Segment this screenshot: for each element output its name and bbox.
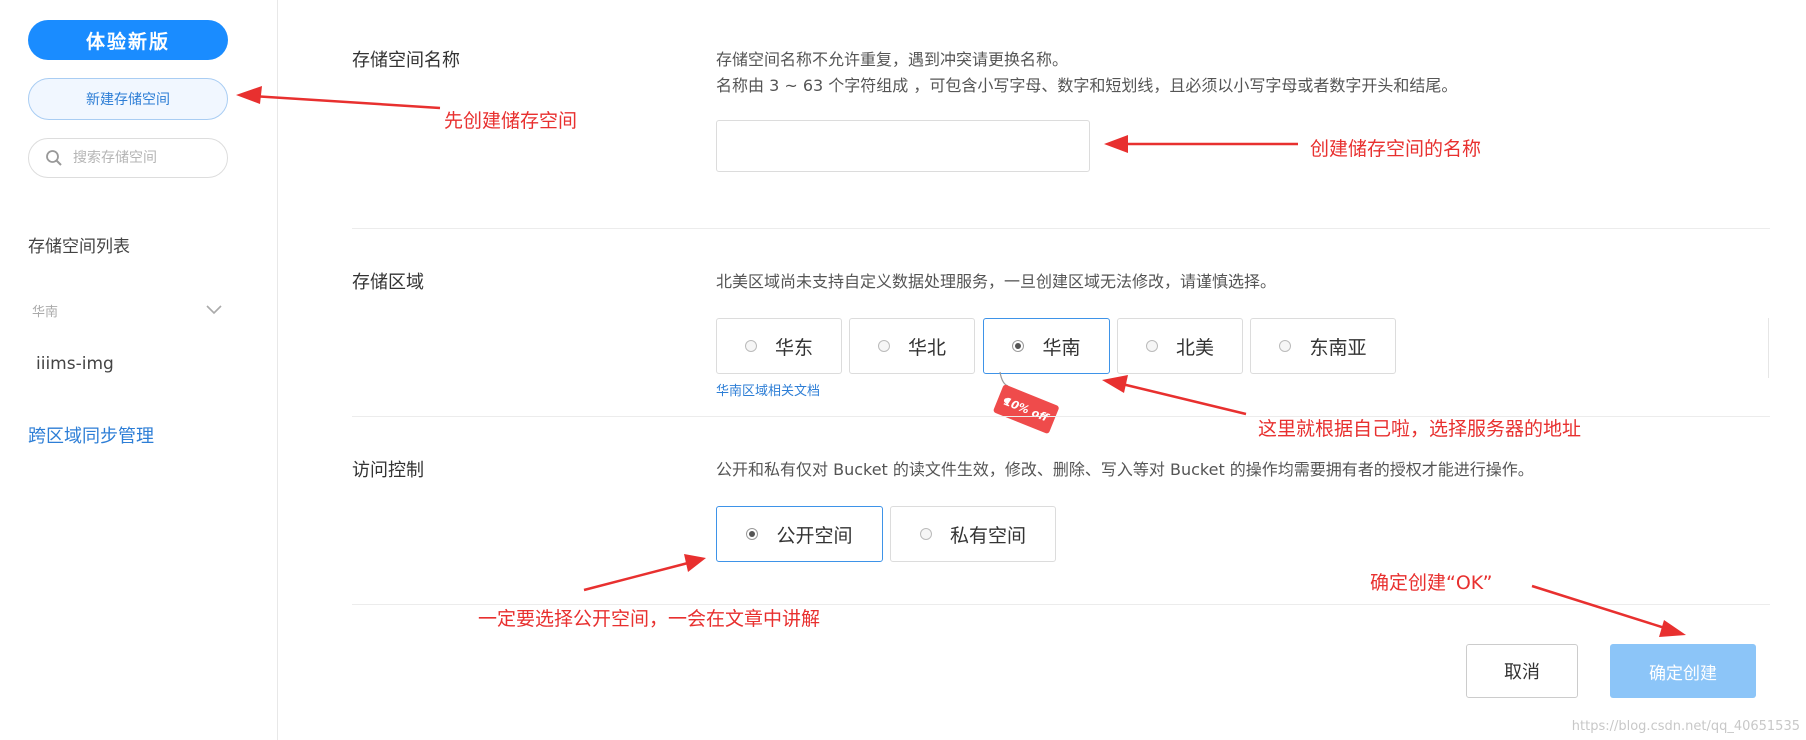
bucket-name-desc-1: 存储空间名称不允许重复，遇到冲突请更换名称。: [716, 50, 1069, 69]
promo-tag: 10% off: [992, 384, 1060, 435]
access-control-label: 访问控制: [352, 460, 424, 481]
region-option-label: 华东: [774, 336, 813, 359]
cancel-button[interactable]: 取消: [1466, 644, 1578, 698]
region-option-label: 东南亚: [1309, 336, 1367, 359]
radio-icon: [1145, 340, 1158, 352]
confirm-create-button[interactable]: 确定创建: [1610, 644, 1756, 698]
radio-icon: [877, 340, 890, 352]
access-control-desc: 公开和私有仅对 Bucket 的读文件生效，修改、删除、写入等对 Bucket …: [716, 460, 1534, 479]
region-option-north-china[interactable]: 华北: [849, 318, 975, 374]
promo-tag-label: 10% off: [992, 384, 1060, 435]
annotation-confirm-hint: 确定创建“OK”: [1370, 572, 1493, 594]
region-option-south-china[interactable]: 华南: [983, 318, 1110, 374]
bucket-name-label: 存储空间名称: [352, 50, 460, 71]
annotation-name-hint: 创建储存空间的名称: [1310, 138, 1482, 160]
annotation-region-hint: 这里就根据自己啦，选择服务器的地址: [1258, 418, 1582, 440]
create-bucket-button[interactable]: 新建存储空间: [28, 78, 228, 120]
bucket-list-item[interactable]: iiims-img: [36, 354, 114, 374]
region-option-east-china[interactable]: 华东: [716, 318, 842, 374]
cross-region-sync-link[interactable]: 跨区域同步管理: [28, 422, 154, 448]
region-option-label: 北美: [1175, 336, 1214, 359]
access-option-public[interactable]: 公开空间: [716, 506, 883, 562]
region-option-north-america[interactable]: 北美: [1117, 318, 1243, 374]
section-divider: [352, 228, 1770, 229]
region-doc-link[interactable]: 华南区域相关文档: [716, 380, 820, 399]
region-option-label: 华北: [907, 336, 946, 359]
access-option-label: 私有空间: [949, 524, 1026, 547]
sidebar: 体验新版 新建存储空间 存储空间列表 华南 iiims-img 跨区域同步管理: [0, 0, 278, 740]
region-option-label: 华南: [1042, 336, 1081, 359]
annotation-create-first: 先创建储存空间: [444, 110, 578, 132]
search-input[interactable]: [71, 149, 215, 167]
radio-checked-icon: [746, 528, 759, 540]
region-label: 存储区域: [352, 272, 424, 293]
radio-icon: [744, 340, 757, 352]
search-icon: [46, 150, 62, 166]
region-filter-select[interactable]: 华南: [32, 298, 222, 322]
chevron-down-icon: [206, 305, 222, 315]
search-box[interactable]: [28, 138, 228, 178]
bucket-name-input[interactable]: [716, 120, 1090, 172]
region-desc: 北美区域尚未支持自定义数据处理服务，一旦创建区域无法修改，请谨慎选择。: [716, 272, 1277, 291]
bucket-list-title: 存储空间列表: [28, 237, 130, 257]
radio-icon: [1279, 340, 1292, 352]
new-version-button[interactable]: 体验新版: [28, 20, 228, 60]
region-options-scroll-edge: [1768, 318, 1769, 378]
annotation-access-hint: 一定要选择公开空间，一会在文章中讲解: [478, 608, 821, 630]
region-filter-value: 华南: [32, 304, 59, 320]
access-option-private[interactable]: 私有空间: [890, 506, 1056, 562]
radio-checked-icon: [1012, 340, 1025, 352]
radio-icon: [919, 528, 932, 540]
bucket-name-desc-2: 名称由 3 ~ 63 个字符组成 ，可包含小写字母、数字和短划线，且必须以小写字…: [716, 76, 1458, 95]
region-option-southeast-asia[interactable]: 东南亚: [1250, 318, 1396, 374]
access-option-label: 公开空间: [776, 524, 853, 547]
watermark: https://blog.csdn.net/qq_40651535: [1571, 719, 1800, 734]
